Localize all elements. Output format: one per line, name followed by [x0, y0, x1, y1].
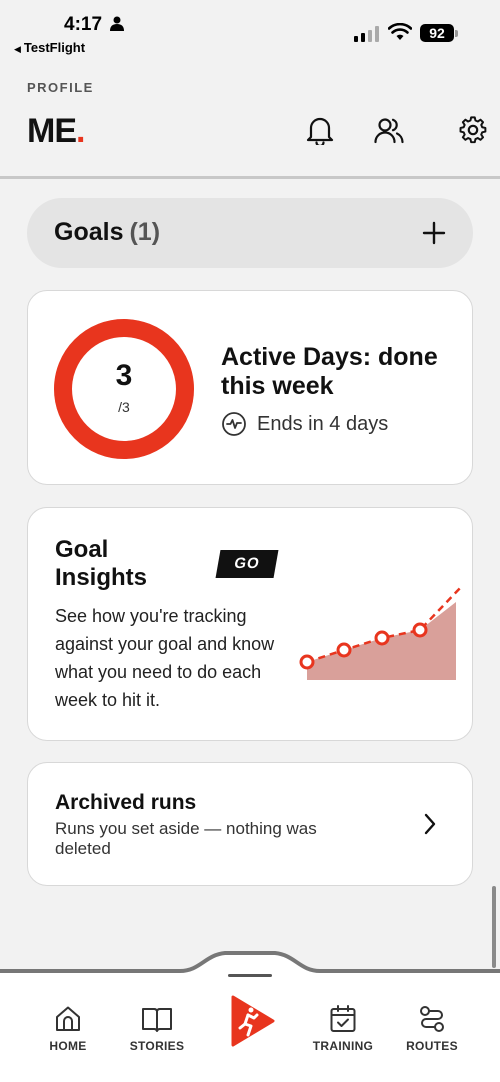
goal-title: Active Days: done this week — [221, 343, 438, 400]
settings-button[interactable] — [457, 114, 489, 146]
nav-home-label: HOME — [49, 1039, 87, 1053]
calendar-check-icon — [330, 1005, 356, 1032]
nav-stories[interactable]: STORIES — [112, 1003, 202, 1053]
nav-routes[interactable]: ROUTES — [387, 1003, 477, 1053]
page-title-text: ME — [27, 112, 77, 150]
goals-header[interactable]: Goals (1) — [27, 198, 473, 268]
status-time: 4:17 — [64, 14, 103, 35]
trend-point — [336, 642, 352, 658]
goal-progress-value: 3 — [115, 359, 133, 392]
home-icon — [56, 1006, 80, 1031]
book-icon — [142, 1008, 172, 1032]
battery-nub — [455, 30, 458, 37]
goal-ends-text: Ends in 4 days — [257, 412, 389, 435]
archived-runs-card[interactable]: Archived runs Runs you set aside — nothi… — [27, 762, 473, 886]
back-triangle-icon: ◀ — [14, 44, 21, 54]
notifications-button[interactable] — [304, 114, 336, 146]
back-app-label: TestFlight — [23, 40, 86, 55]
nav-training[interactable]: TRAINING — [298, 1003, 388, 1053]
header-divider — [0, 176, 500, 179]
insights-trend-illustration — [299, 585, 463, 680]
start-run-button[interactable] — [227, 995, 277, 1047]
nav-routes-label: ROUTES — [406, 1039, 458, 1053]
insights-title: Goal Insights — [55, 536, 148, 591]
gear-icon — [459, 116, 487, 144]
run-play-shape — [231, 995, 275, 1047]
goals-count: (1) — [129, 218, 161, 246]
friends-button[interactable] — [373, 114, 405, 146]
trend-point — [412, 622, 428, 638]
nav-stories-label: STORIES — [129, 1039, 185, 1053]
trend-point — [299, 654, 315, 670]
goals-title-text: Goals — [54, 218, 124, 246]
wifi-icon — [388, 23, 412, 40]
page-title-dot: . — [76, 112, 86, 150]
signal-icon — [354, 26, 379, 42]
archived-description: Runs you set aside — nothing was deleted — [55, 819, 317, 858]
goals-title: Goals (1) — [54, 218, 160, 247]
back-to-app-link[interactable]: ◀ TestFlight — [14, 40, 85, 55]
bell-icon — [306, 117, 334, 145]
section-label: PROFILE — [27, 80, 94, 95]
nav-training-label: TRAINING — [312, 1039, 374, 1053]
insights-description: See how you're tracking against your goa… — [55, 606, 275, 710]
archived-title: Archived runs — [55, 791, 197, 814]
page-title: ME. — [27, 112, 86, 151]
goal-ends-row: Ends in 4 days — [221, 411, 388, 437]
goal-progress-total: /3 — [118, 399, 130, 415]
trend-point — [374, 630, 390, 646]
add-goal-icon[interactable] — [419, 218, 449, 248]
go-badge[interactable]: GO — [215, 550, 279, 578]
bottom-nav: HOME STORIES TRAINING ROUTES — [0, 945, 500, 1082]
activity-icon — [222, 412, 246, 436]
nav-drag-handle[interactable] — [228, 974, 272, 977]
friends-icon — [374, 118, 404, 144]
route-icon — [420, 1006, 444, 1032]
nav-home[interactable]: HOME — [23, 1003, 113, 1053]
battery-indicator: 92 — [420, 24, 454, 42]
status-bar: 4:17 ◀ TestFlight 92 — [0, 0, 500, 62]
goal-insights-card[interactable]: Goal Insights GO See how you're tracking… — [27, 507, 473, 741]
chevron-right-icon — [424, 813, 436, 835]
active-days-goal-card[interactable]: 3 /3 Active Days: done this week Ends in… — [27, 290, 473, 485]
person-icon — [110, 16, 124, 31]
